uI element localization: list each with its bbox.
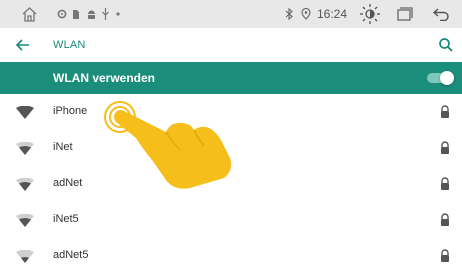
wifi-signal-icon <box>16 249 34 263</box>
back-icon[interactable] <box>430 0 452 28</box>
lock-icon <box>439 249 451 263</box>
status-bar: 16:24 <box>0 0 462 28</box>
network-name: iPhone <box>53 105 88 117</box>
wifi-signal-icon <box>16 177 34 191</box>
page-title: WLAN <box>53 39 86 51</box>
sim-icon <box>71 0 81 28</box>
home-icon[interactable] <box>18 0 40 28</box>
wifi-signal-icon <box>16 213 34 227</box>
wlan-switch-label: WLAN verwenden <box>53 71 156 85</box>
usb-icon <box>100 0 110 28</box>
recent-apps-icon[interactable] <box>394 0 414 28</box>
wlan-toggle[interactable] <box>427 71 454 85</box>
network-name: iNet <box>53 141 73 153</box>
arrow-left-icon[interactable] <box>14 36 32 54</box>
network-row[interactable]: adNet5 <box>0 238 462 273</box>
lock-icon <box>439 177 451 191</box>
network-name: adNet5 <box>53 249 89 261</box>
toggle-thumb <box>440 71 454 85</box>
dot-icon <box>114 0 122 28</box>
search-icon[interactable] <box>437 36 455 54</box>
lock-icon <box>439 213 451 227</box>
network-name: iNet5 <box>53 213 79 225</box>
android-icon <box>85 0 97 28</box>
network-row[interactable]: iNet5 <box>0 202 462 238</box>
bluetooth-icon <box>284 0 294 28</box>
lock-icon <box>439 141 451 155</box>
wifi-signal-icon <box>16 141 34 155</box>
app-bar: WLAN <box>0 28 462 62</box>
wlan-switch-bar[interactable]: WLAN verwenden <box>0 62 462 94</box>
location-icon <box>300 0 312 28</box>
network-name: adNet <box>53 177 83 189</box>
brightness-icon[interactable] <box>358 0 382 28</box>
tap-hand-icon <box>100 98 250 190</box>
wifi-signal-icon <box>16 105 34 119</box>
lock-icon <box>439 105 451 119</box>
settings-icon <box>56 0 68 28</box>
status-time: 16:24 <box>317 7 348 21</box>
